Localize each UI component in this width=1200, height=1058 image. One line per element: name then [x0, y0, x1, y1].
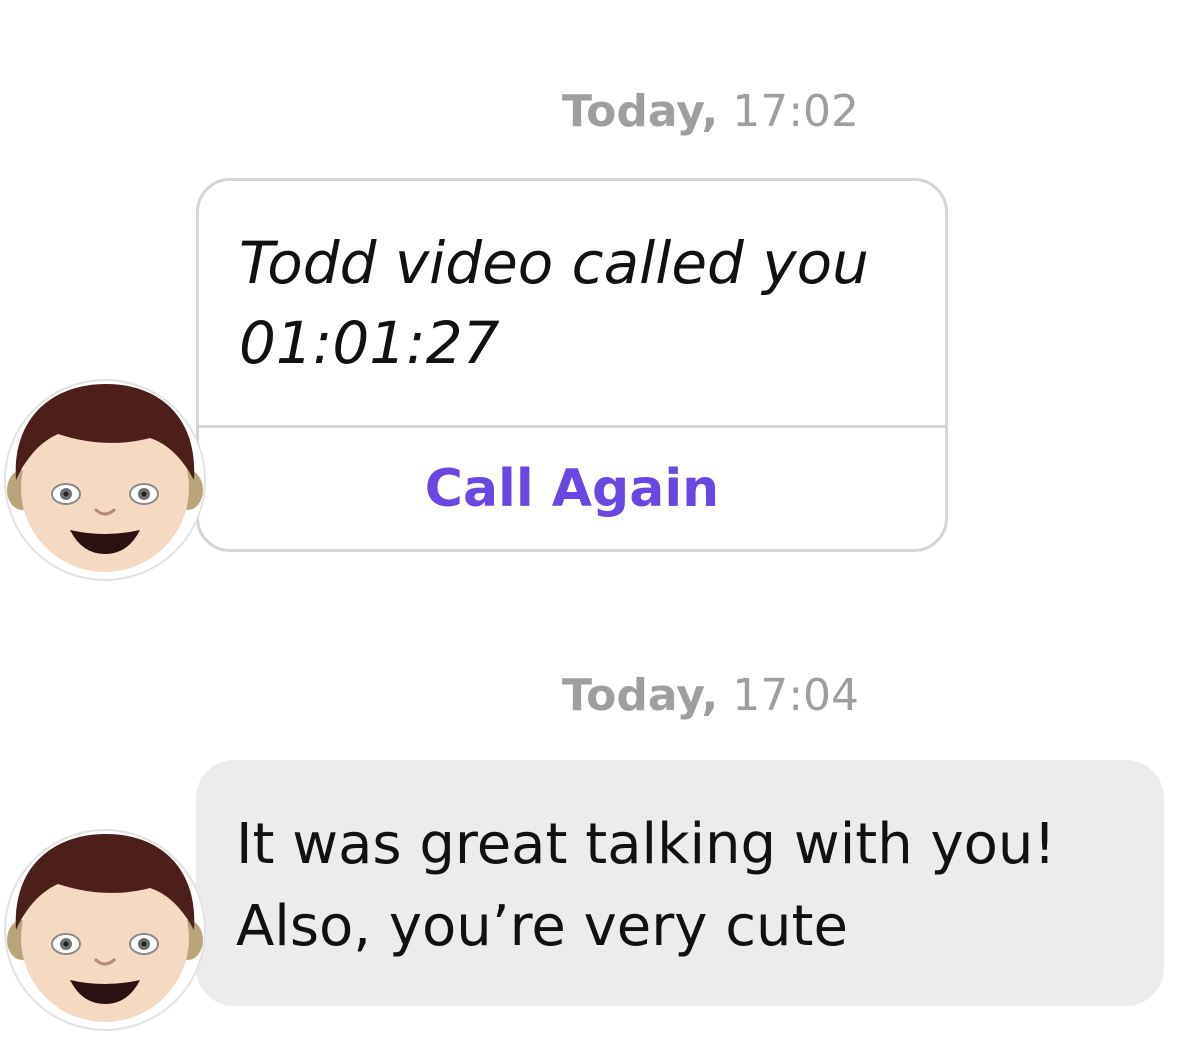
- video-call-card: Todd video called you 01:01:27 Call Agai…: [196, 178, 948, 552]
- timestamp-time: 17:02: [732, 86, 860, 137]
- call-description: Todd video called you: [239, 229, 869, 297]
- timestamp-day: Today,: [562, 86, 719, 137]
- message-line: It was great talking with you!: [236, 812, 1056, 877]
- boy-emoji-icon: [4, 829, 206, 1031]
- call-again-button[interactable]: Call Again: [199, 439, 945, 539]
- call-duration: 01:01:27: [239, 309, 500, 377]
- message-line: Also, you’re very cute: [236, 894, 848, 959]
- timestamp-time: 17:04: [732, 670, 860, 721]
- message-timestamp: Today, 17:04: [562, 670, 859, 721]
- boy-emoji-icon: [4, 379, 206, 581]
- message-bubble[interactable]: It was great talking with you! Also, you…: [196, 760, 1164, 1006]
- call-summary: Todd video called you 01:01:27: [239, 223, 869, 383]
- timestamp-day: Today,: [562, 670, 719, 721]
- message-timestamp: Today, 17:02: [562, 86, 859, 137]
- message-text: It was great talking with you! Also, you…: [236, 804, 1056, 968]
- card-divider: [199, 425, 945, 428]
